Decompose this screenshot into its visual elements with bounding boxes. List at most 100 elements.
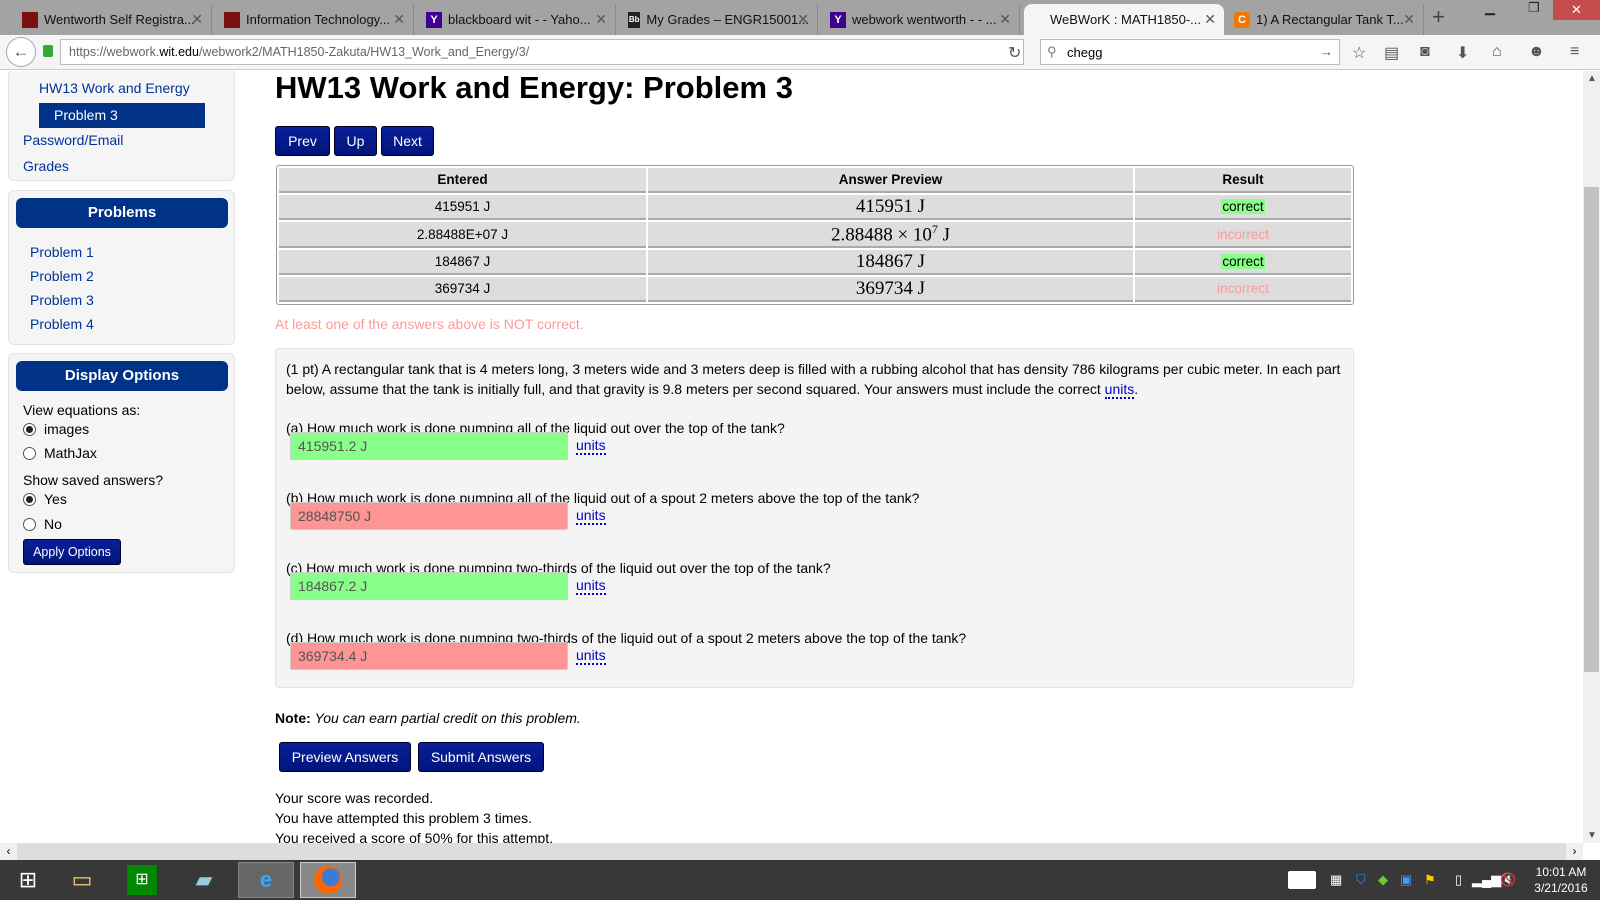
- units-link[interactable]: units: [576, 508, 606, 525]
- menu-icon[interactable]: ≡: [1570, 43, 1579, 61]
- keyboard-icon[interactable]: [1288, 871, 1316, 889]
- firefox-icon[interactable]: [300, 862, 356, 898]
- set-link[interactable]: HW13 Work and Energy: [39, 80, 190, 96]
- restore-icon[interactable]: ❐: [1528, 0, 1540, 16]
- tab[interactable]: Wentworth Self Registra... ✕: [14, 4, 212, 35]
- radio-yes[interactable]: Yes: [23, 491, 67, 507]
- scroll-down-icon[interactable]: ▼: [1587, 830, 1597, 841]
- radio-checked-icon[interactable]: [23, 492, 36, 506]
- current-problem-link[interactable]: Problem 3: [39, 103, 205, 128]
- battery-icon[interactable]: ▯: [1455, 872, 1462, 888]
- vertical-scrollbar[interactable]: ▲ ▼: [1583, 71, 1600, 843]
- url-bar[interactable]: https://webwork.wit.edu/webwork2/MATH185…: [60, 39, 1024, 65]
- bookmark-star-icon[interactable]: ☆: [1352, 43, 1366, 63]
- problem-link[interactable]: Problem 3: [30, 292, 94, 308]
- table-row: 2.88488E+07 J 2.88488 × 107 J incorrect: [279, 222, 1351, 249]
- units-link[interactable]: units: [576, 578, 606, 595]
- horizontal-scrollbar[interactable]: ‹ ›: [0, 843, 1583, 860]
- show-saved-label: Show saved answers?: [23, 472, 164, 488]
- scrollbar-thumb[interactable]: [1584, 187, 1599, 672]
- radio-checked-icon[interactable]: [23, 422, 36, 436]
- hello-icon[interactable]: ☻: [1528, 43, 1545, 61]
- score-line: Your score was recorded.: [275, 790, 434, 806]
- reading-list-icon[interactable]: ▤: [1384, 43, 1399, 63]
- tab[interactable]: Ywebwork wentworth - - ... ✕: [822, 4, 1020, 35]
- reload-icon[interactable]: ↻: [1008, 43, 1021, 63]
- radio-unchecked-icon[interactable]: [23, 446, 36, 460]
- answer-d-input[interactable]: 369734.4 J: [290, 642, 568, 670]
- radio-label: Yes: [44, 491, 67, 507]
- next-button[interactable]: Next: [381, 126, 434, 156]
- answer-a-input[interactable]: 415951.2 J: [290, 432, 568, 460]
- prev-button[interactable]: Prev: [275, 126, 330, 156]
- problem-link[interactable]: Problem 1: [30, 244, 94, 260]
- radio-mathjax[interactable]: MathJax: [23, 445, 97, 461]
- yahoo-icon: Y: [830, 11, 846, 28]
- close-tab-icon[interactable]: ✕: [797, 11, 809, 28]
- close-tab-icon[interactable]: ✕: [393, 11, 405, 28]
- preview-answers-button[interactable]: Preview Answers: [279, 742, 411, 772]
- grades-link[interactable]: Grades: [23, 158, 69, 174]
- tab[interactable]: C 1) A Rectangular Tank T... ✕: [1226, 4, 1424, 35]
- action-center-flag-icon[interactable]: ⚑: [1424, 872, 1436, 888]
- page-content: HW13 Work and Energy Problem 3 Password/…: [0, 71, 1583, 843]
- password-email-link[interactable]: Password/Email: [23, 132, 123, 148]
- security-shield-icon[interactable]: ⛉: [1356, 872, 1366, 888]
- score-line: You have attempted this problem 3 times.: [275, 810, 533, 826]
- units-link[interactable]: units: [576, 438, 606, 455]
- store-icon[interactable]: ⊞: [114, 862, 170, 898]
- apply-options-button[interactable]: Apply Options: [23, 539, 121, 565]
- units-link[interactable]: units: [1104, 381, 1135, 399]
- problem-link[interactable]: Problem 2: [30, 268, 94, 284]
- problem-link[interactable]: Problem 4: [30, 316, 94, 332]
- entered-cell: 415951 J: [279, 195, 646, 220]
- table-row: 369734 J 369734 J incorrect: [279, 277, 1351, 303]
- entered-cell: 369734 J: [279, 277, 646, 303]
- tray-app2-icon[interactable]: ▣: [1400, 872, 1412, 888]
- notepad-icon[interactable]: ▰: [176, 862, 232, 898]
- close-window-icon[interactable]: ✕: [1553, 0, 1600, 20]
- tab-active[interactable]: WeBWorK : MATH1850-... ✕: [1024, 4, 1224, 35]
- tray-leaf-icon[interactable]: ◆: [1378, 872, 1388, 888]
- file-explorer-icon[interactable]: ▭: [54, 862, 110, 898]
- volume-muted-icon[interactable]: 🔇: [1500, 872, 1516, 888]
- new-tab-icon[interactable]: +: [1432, 4, 1445, 30]
- windows-start-icon[interactable]: ⊞: [0, 862, 56, 898]
- note-label: Note:: [275, 710, 311, 726]
- close-tab-icon[interactable]: ✕: [595, 11, 607, 28]
- internet-explorer-icon[interactable]: e: [238, 862, 294, 898]
- radio-no[interactable]: No: [23, 516, 62, 532]
- scroll-left-icon[interactable]: ‹: [0, 843, 17, 860]
- download-icon[interactable]: ⬇: [1456, 43, 1469, 63]
- up-button[interactable]: Up: [334, 126, 377, 156]
- column-header: Result: [1135, 168, 1351, 193]
- tab[interactable]: Yblackboard wit - - Yaho... ✕: [418, 4, 616, 35]
- clock[interactable]: 10:01 AM 3/21/2016: [1526, 864, 1596, 896]
- close-tab-icon[interactable]: ✕: [999, 11, 1011, 28]
- search-input[interactable]: ⚲ chegg →: [1040, 39, 1340, 65]
- minimize-icon[interactable]: ▁: [1485, 0, 1495, 16]
- scroll-up-icon[interactable]: ▲: [1587, 73, 1597, 84]
- tab[interactable]: Information Technology... ✕: [216, 4, 414, 35]
- close-tab-icon[interactable]: ✕: [1204, 11, 1216, 28]
- home-icon[interactable]: ⌂: [1492, 43, 1502, 61]
- close-tab-icon[interactable]: ✕: [1403, 11, 1415, 28]
- problem-text-end: .: [1134, 381, 1139, 397]
- radio-unchecked-icon[interactable]: [23, 517, 36, 531]
- units-link[interactable]: units: [576, 648, 606, 665]
- go-arrow-icon[interactable]: →: [1320, 44, 1333, 59]
- answer-b-input[interactable]: 28848750 J: [290, 502, 568, 530]
- answer-c-input[interactable]: 184867.2 J: [290, 572, 568, 600]
- submit-answers-button[interactable]: Submit Answers: [418, 742, 544, 772]
- back-icon[interactable]: ←: [6, 37, 36, 67]
- result-correct: correct: [1221, 199, 1265, 214]
- tab[interactable]: Bb My Grades – ENGR15001... ✕: [620, 4, 818, 35]
- pocket-icon[interactable]: ◙: [1420, 43, 1430, 61]
- result-incorrect: incorrect: [1217, 281, 1269, 297]
- tray-app-icon[interactable]: ▦: [1330, 872, 1342, 888]
- radio-images[interactable]: images: [23, 421, 89, 437]
- scroll-right-icon[interactable]: ›: [1566, 843, 1583, 860]
- network-signal-icon[interactable]: ▂▄▆: [1472, 872, 1501, 888]
- result-cell: correct: [1135, 195, 1351, 220]
- close-tab-icon[interactable]: ✕: [191, 11, 203, 28]
